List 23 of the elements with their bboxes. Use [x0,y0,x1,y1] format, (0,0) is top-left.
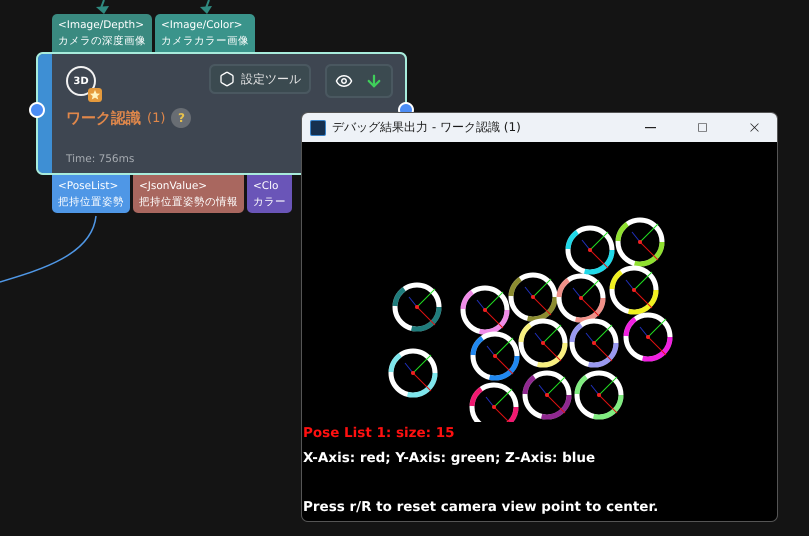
node-count: (1) [147,110,166,126]
connector-arrow [200,0,212,14]
input-connector[interactable] [29,102,45,118]
output-port-tag[interactable]: <Clo カラー [247,175,292,213]
overlay-text: Pose List 1: size: 15 [303,424,456,443]
execution-time: Time: 756ms [66,153,136,165]
settings-tool-button[interactable]: 設定ツール [209,64,311,94]
node-title: ワーク認識 [66,108,141,128]
input-port-tag[interactable]: <Image/Depth> カメラの深度画像 [52,14,152,52]
output-port-tag[interactable]: <JsonValue> 把持位置姿勢の情報 [133,175,244,213]
overlay-text: X-Axis: red; Y-Axis: green; Z-Axis: blue [303,449,596,468]
app-icon [310,120,326,136]
star-badge-icon [88,88,102,102]
hexagon-icon [219,71,235,87]
help-icon[interactable]: ? [171,108,192,128]
view-icon[interactable] [335,72,353,90]
input-port-tag[interactable]: <Image/Color> カメラカラー画像 [155,14,255,52]
maximize-icon [696,122,708,133]
minimize-icon [644,126,656,128]
connector-arrow [96,0,109,14]
download-icon[interactable] [365,72,383,90]
overlay-text: Press r/R to reset camera view point to center. [303,498,660,517]
output-port-tag[interactable]: <PoseList> 把持位置姿勢 [52,175,130,213]
